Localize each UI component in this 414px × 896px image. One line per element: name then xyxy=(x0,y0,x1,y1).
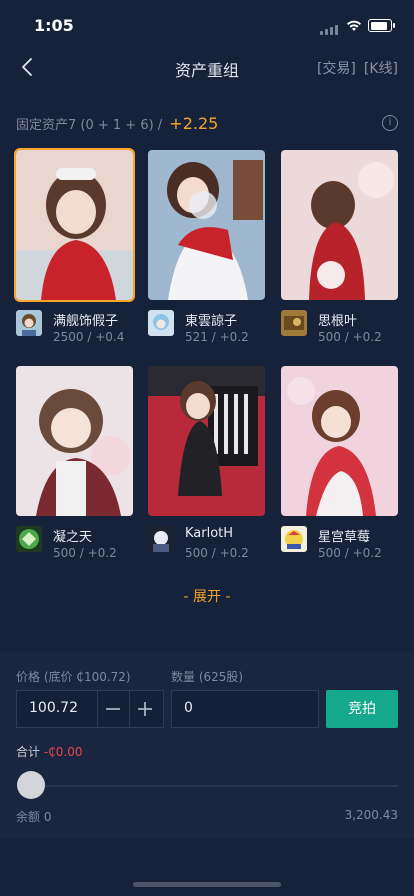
character-card[interactable] xyxy=(16,366,133,516)
bid-button[interactable]: 竞拍 xyxy=(326,690,398,728)
avatar xyxy=(281,310,307,336)
balance-label: 余额 0 xyxy=(16,810,52,824)
character-portrait xyxy=(281,366,398,516)
plus-icon[interactable] xyxy=(135,699,155,719)
card-name: 星宫草莓 xyxy=(318,530,371,545)
status-icons xyxy=(320,16,395,35)
price-stepper: 100.72 xyxy=(16,690,164,728)
fixed-assets-label: 固定资产7 (0 + 1 + 6) / xyxy=(16,118,163,133)
trade-link[interactable]: [交易] xyxy=(317,58,356,78)
card-meta: 東雲諒子 521 / +0.2 xyxy=(148,310,268,350)
nav-bar: 资产重组 [交易] [K线] xyxy=(0,50,414,86)
card-meta: 思根叶 500 / +0.2 xyxy=(281,310,401,350)
avatar xyxy=(16,310,42,336)
card-stats: 500 / +0.2 xyxy=(185,546,249,560)
total-value: -₵0.00 xyxy=(43,745,83,759)
status-bar: 1:05 xyxy=(0,0,414,50)
avatar xyxy=(148,310,174,336)
card-meta: 满舰饰假子 2500 / +0.4 xyxy=(16,310,136,350)
card-name: 思根叶 xyxy=(318,314,358,329)
price-input[interactable]: 100.72 xyxy=(29,700,78,716)
total-label: 合计 xyxy=(16,745,41,759)
card-stats: 500 / +0.2 xyxy=(318,546,382,560)
card-meta: 凝之天 500 / +0.2 xyxy=(16,526,136,566)
character-portrait xyxy=(281,150,398,300)
trade-panel: 价格 (底价 ₵100.72) 数量 (625股) 100.72 0 竞拍 合计… xyxy=(0,652,414,838)
character-card[interactable] xyxy=(281,366,398,516)
minus-icon[interactable] xyxy=(103,699,123,719)
amount-slider-knob[interactable] xyxy=(17,771,45,799)
character-portrait xyxy=(16,150,133,300)
card-stats: 521 / +0.2 xyxy=(185,330,249,344)
character-portrait xyxy=(148,366,265,516)
character-card[interactable] xyxy=(281,150,398,300)
kline-link[interactable]: [K线] xyxy=(364,58,398,78)
total-row: 合计 -₵0.00 xyxy=(16,743,83,760)
max-amount: 3,200.43 xyxy=(344,808,398,822)
fixed-assets-delta: +2.25 xyxy=(169,114,219,133)
avatar xyxy=(148,526,174,552)
quantity-input[interactable]: 0 xyxy=(184,700,193,716)
info-icon[interactable]: i xyxy=(382,115,398,131)
status-time: 1:05 xyxy=(34,16,74,35)
card-name: 满舰饰假子 xyxy=(53,314,119,329)
character-card[interactable] xyxy=(148,150,265,300)
character-card[interactable] xyxy=(14,148,135,302)
price-label: 价格 (底价 ₵100.72) xyxy=(16,670,131,684)
battery-icon xyxy=(368,19,395,32)
expand-button[interactable]: - 展开 - xyxy=(0,586,414,606)
card-name: KarlotH xyxy=(185,526,234,541)
card-stats: 2500 / +0.4 xyxy=(53,330,125,344)
fixed-assets-row: 固定资产7 (0 + 1 + 6) / +2.25 i xyxy=(16,114,398,134)
home-indicator xyxy=(133,882,281,887)
avatar xyxy=(16,526,42,552)
character-portrait xyxy=(16,366,133,516)
card-stats: 500 / +0.2 xyxy=(53,546,117,560)
card-stats: 500 / +0.2 xyxy=(318,330,382,344)
card-name: 凝之天 xyxy=(53,530,93,545)
character-card[interactable] xyxy=(148,366,265,516)
card-meta: 星宫草莓 500 / +0.2 xyxy=(281,526,401,566)
card-meta: KarlotH 500 / +0.2 xyxy=(148,526,268,566)
amount-slider-track[interactable] xyxy=(31,785,398,787)
character-portrait xyxy=(148,150,265,300)
signal-icon xyxy=(320,16,340,35)
avatar xyxy=(281,526,307,552)
card-name: 東雲諒子 xyxy=(185,314,238,329)
wifi-icon xyxy=(347,20,361,31)
quantity-field[interactable]: 0 xyxy=(171,690,319,728)
quantity-label: 数量 (625股) xyxy=(171,670,244,684)
